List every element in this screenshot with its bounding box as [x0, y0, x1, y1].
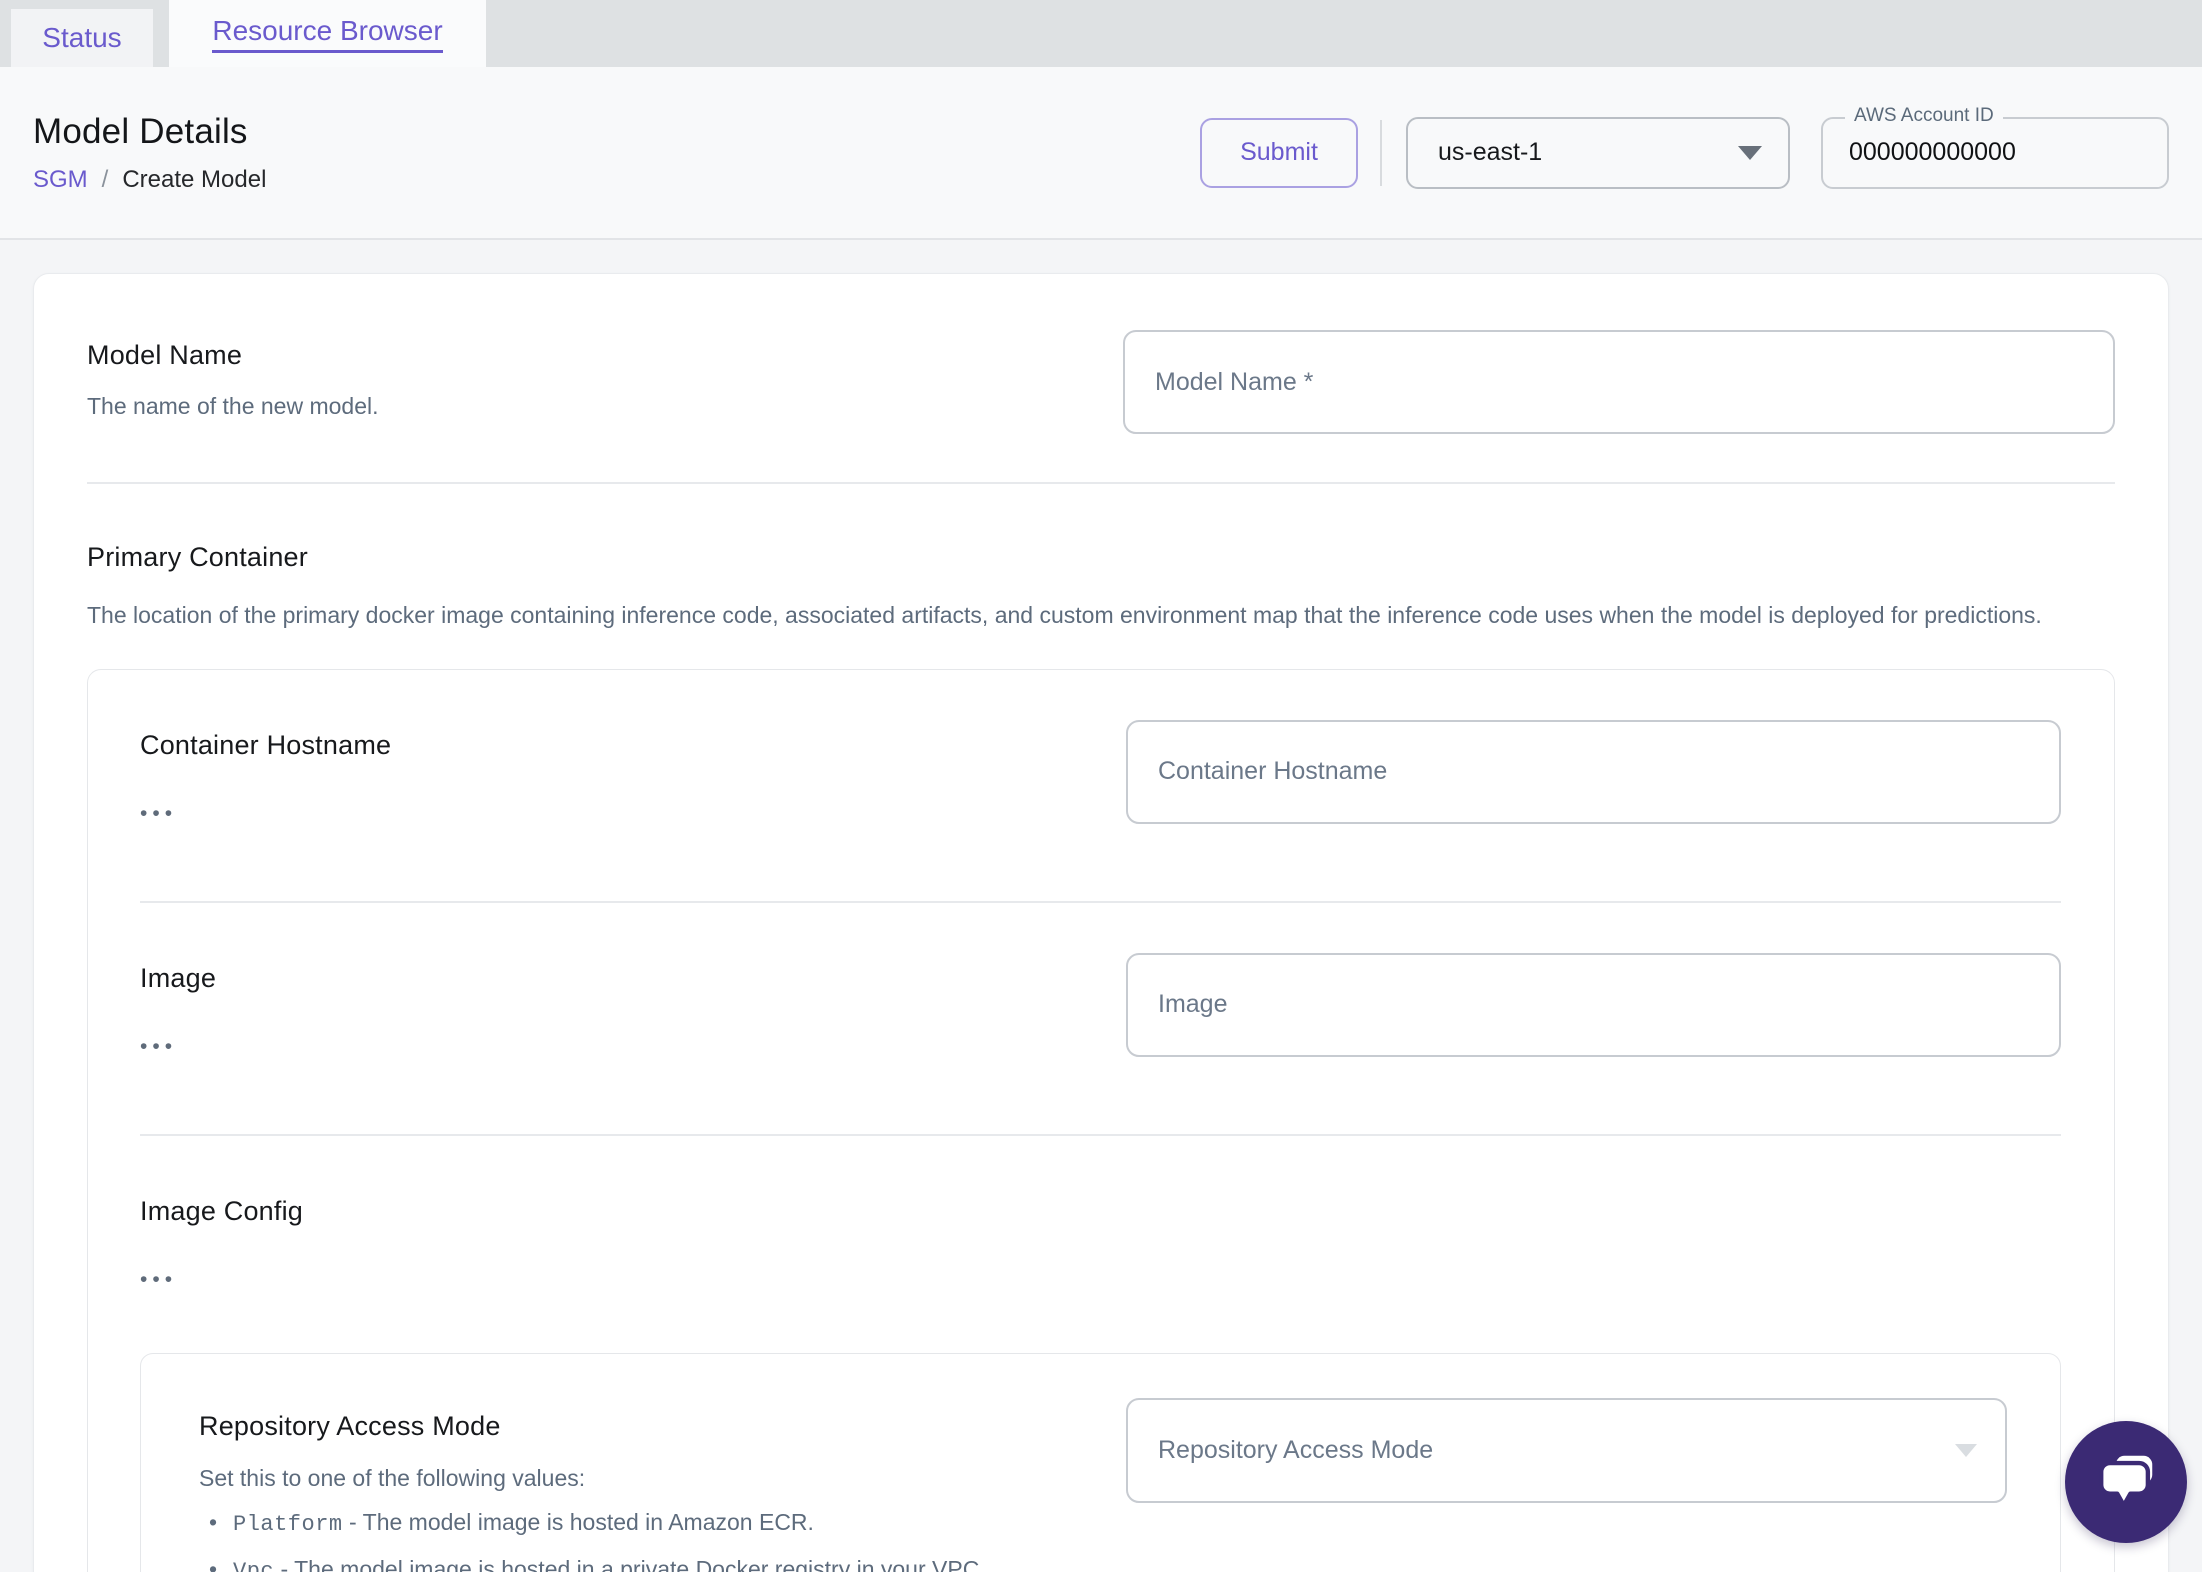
- repository-access-mode-info: Repository Access Mode Set this to one o…: [199, 1398, 986, 1572]
- caret-down-icon: [1738, 145, 1762, 160]
- tab-bar: Status Resource Browser: [0, 0, 2202, 67]
- breadcrumb-link-sgm[interactable]: SGM: [33, 166, 88, 194]
- page-header: Model Details SGM / Create Model Submit …: [0, 67, 2202, 240]
- primary-container-description: The location of the primary docker image…: [87, 602, 2042, 628]
- primary-container-card: Container Hostname ••• Image •••: [87, 668, 2115, 1572]
- expand-description-button[interactable]: •••: [140, 1036, 216, 1057]
- option-text: - The model image is hosted in a private…: [280, 1555, 986, 1572]
- caret-down-icon: [1955, 1443, 1977, 1457]
- image-config-info: Image Config •••: [140, 1186, 2061, 1290]
- expand-description-button[interactable]: •••: [140, 1269, 2061, 1290]
- repository-access-mode-heading: Repository Access Mode: [199, 1410, 501, 1441]
- aws-account-id-label: AWS Account ID: [1845, 104, 2003, 127]
- title-block: Model Details SGM / Create Model: [33, 112, 266, 194]
- model-name-row: Model Name The name of the new model.: [87, 330, 2115, 434]
- list-item: Vpc - The model image is hosted in a pri…: [199, 1553, 986, 1572]
- repository-access-mode-description: Set this to one of the following values:: [199, 1464, 586, 1491]
- image-info: Image •••: [140, 953, 216, 1057]
- header-divider: [1380, 119, 1382, 186]
- tab-resource-browser-label: Resource Browser: [212, 15, 443, 53]
- repository-access-mode-select[interactable]: Repository Access Mode: [1126, 1397, 2007, 1503]
- image-input[interactable]: [1126, 952, 2061, 1057]
- submit-button[interactable]: Submit: [1200, 117, 1358, 188]
- image-heading: Image: [140, 962, 217, 993]
- aws-account-id-input[interactable]: [1823, 138, 2167, 167]
- option-code: Platform: [233, 1511, 343, 1537]
- tab-status-label: Status: [42, 22, 122, 53]
- region-dropdown-value: us-east-1: [1438, 138, 1543, 166]
- tab-resource-browser[interactable]: Resource Browser: [169, 0, 486, 67]
- repository-access-mode-placeholder: Repository Access Mode: [1158, 1435, 1434, 1464]
- header-actions: Submit us-east-1 AWS Account ID: [1200, 104, 2169, 189]
- create-model-form-card: Model Name The name of the new model. Pr…: [33, 273, 2169, 1572]
- section-divider: [87, 482, 2115, 484]
- container-hostname-input[interactable]: [1126, 719, 2061, 824]
- list-item: Platform - The model image is hosted in …: [199, 1506, 986, 1541]
- container-hostname-heading: Container Hostname: [140, 729, 392, 760]
- image-config-section: Image Config ••• Repository Access Mode …: [140, 1136, 2061, 1572]
- breadcrumb-separator: /: [101, 165, 109, 193]
- aws-account-id-field: AWS Account ID: [1821, 104, 2169, 189]
- chat-bubbles-icon: [2099, 1455, 2153, 1508]
- container-hostname-row: Container Hostname •••: [140, 719, 2061, 824]
- option-code: Vpc: [233, 1558, 275, 1572]
- model-name-info: Model Name The name of the new model.: [87, 330, 379, 420]
- image-config-card: Repository Access Mode Set this to one o…: [140, 1352, 2061, 1572]
- primary-container-heading: Primary Container: [87, 542, 308, 572]
- breadcrumb: SGM / Create Model: [33, 166, 266, 194]
- model-name-input[interactable]: [1123, 330, 2115, 434]
- image-row: Image •••: [140, 903, 2061, 1057]
- container-hostname-info: Container Hostname •••: [140, 720, 391, 824]
- page-title: Model Details: [33, 111, 248, 151]
- region-dropdown[interactable]: us-east-1: [1406, 116, 1790, 189]
- image-config-heading: Image Config: [140, 1195, 303, 1226]
- primary-container-section: Primary Container The location of the pr…: [87, 542, 2115, 1572]
- option-text: - The model image is hosted in Amazon EC…: [349, 1508, 814, 1535]
- expand-description-button[interactable]: •••: [140, 803, 391, 824]
- repository-access-mode-options-list: Platform - The model image is hosted in …: [199, 1506, 986, 1572]
- model-name-description: The name of the new model.: [87, 393, 379, 419]
- breadcrumb-current: Create Model: [122, 165, 267, 193]
- tab-status[interactable]: Status: [11, 9, 153, 67]
- model-name-heading: Model Name: [87, 340, 243, 370]
- chat-widget-button[interactable]: [2065, 1421, 2187, 1543]
- content-area: Model Name The name of the new model. Pr…: [0, 240, 2202, 1572]
